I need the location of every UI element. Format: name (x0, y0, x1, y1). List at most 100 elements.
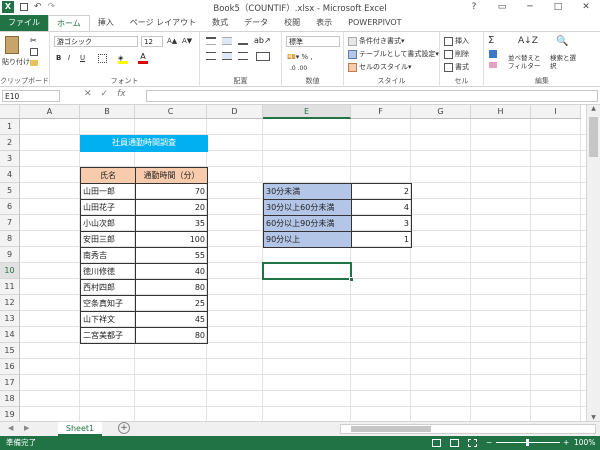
format-cells-button[interactable]: 書式 (444, 62, 469, 72)
employee-time-cell[interactable]: 40 (135, 263, 208, 280)
scroll-down-icon[interactable]: ▼ (587, 414, 600, 421)
bold-button[interactable]: B (56, 54, 61, 62)
row-header-4[interactable]: 4 (0, 167, 20, 183)
fill-handle[interactable] (349, 277, 354, 282)
column-header-h[interactable]: H (471, 105, 531, 119)
employee-time-cell[interactable]: 25 (135, 295, 208, 312)
maximize-button[interactable]: □ (544, 0, 572, 15)
sort-filter-button[interactable]: 並べ替えとフィルター (508, 54, 544, 70)
hscroll-thumb[interactable] (351, 426, 431, 432)
align-middle-icon[interactable] (222, 37, 232, 45)
page-break-view-icon[interactable] (468, 439, 477, 447)
column-header-a[interactable]: A (20, 105, 80, 119)
row-header-2[interactable]: 2 (0, 135, 20, 151)
font-name-select[interactable]: 游ゴシック (54, 36, 138, 47)
prev-sheet-icon[interactable]: ◀ (8, 424, 13, 432)
copy-icon[interactable] (30, 48, 38, 56)
row-header-19[interactable]: 19 (0, 407, 20, 421)
delete-cells-button[interactable]: 削除 (444, 49, 469, 59)
conditional-format-button[interactable]: 条件付き書式▾ (348, 36, 405, 46)
decimal-icon[interactable]: .0 .00 (290, 65, 307, 72)
number-format-select[interactable]: 標準 (286, 36, 340, 47)
row-header-5[interactable]: 5 (0, 183, 20, 199)
tab-review[interactable]: 校閲 (276, 15, 308, 31)
cancel-icon[interactable]: ✕ (84, 89, 92, 99)
employee-time-cell[interactable]: 70 (135, 183, 208, 200)
tab-file[interactable]: ファイル (0, 15, 48, 31)
row-header-1[interactable]: 1 (0, 119, 20, 135)
font-grow-icon[interactable]: A▲ (167, 37, 177, 45)
minimize-button[interactable]: ─ (516, 0, 544, 15)
enter-icon[interactable]: ✓ (101, 89, 109, 99)
currency-icon[interactable]: 💴▾ % , (287, 53, 313, 61)
row-header-9[interactable]: 9 (0, 247, 20, 263)
align-right-icon[interactable] (238, 52, 248, 60)
select-all-corner[interactable] (0, 105, 20, 119)
column-header-d[interactable]: D (207, 105, 263, 119)
employee-name-cell[interactable]: 山田一郎 (80, 183, 136, 200)
employee-time-cell[interactable]: 55 (135, 247, 208, 264)
fill-icon[interactable] (489, 50, 497, 58)
border-icon[interactable] (98, 54, 107, 63)
active-cell-e10[interactable] (262, 262, 352, 280)
vertical-scrollbar[interactable]: ▲ ▼ (586, 105, 600, 421)
header-time-cell[interactable]: 通勤時間（分） (135, 167, 208, 184)
row-header-11[interactable]: 11 (0, 279, 20, 295)
column-header-i[interactable]: I (531, 105, 581, 119)
row-header-17[interactable]: 17 (0, 375, 20, 391)
row-header-10[interactable]: 10 (0, 263, 20, 279)
summary-count-cell[interactable]: 3 (351, 215, 412, 232)
row-header-15[interactable]: 15 (0, 343, 20, 359)
cell-styles-button[interactable]: セルのスタイル▾ (348, 62, 412, 72)
merge-center-icon[interactable] (256, 52, 270, 61)
cut-icon[interactable]: ✂ (30, 36, 37, 45)
paste-icon[interactable] (5, 36, 19, 54)
tab-formulas[interactable]: 数式 (204, 15, 236, 31)
row-header-16[interactable]: 16 (0, 359, 20, 375)
font-size-select[interactable]: 12 (141, 36, 163, 47)
align-top-icon[interactable] (206, 37, 216, 45)
summary-label-cell[interactable]: 30分未満 (263, 183, 352, 200)
employee-name-cell[interactable]: 南秀吉 (80, 247, 136, 264)
row-header-13[interactable]: 13 (0, 311, 20, 327)
worksheet-grid[interactable]: A B C D E F G H I 1 2 3 4 5 6 7 8 9 10 11 12 13 14 15 16 17 18 19 社員… (0, 105, 586, 421)
employee-time-cell[interactable]: 45 (135, 311, 208, 328)
insert-cells-button[interactable]: 挿入 (444, 36, 469, 46)
title-cell[interactable]: 社員通勤時間調査 (80, 135, 208, 152)
column-header-f[interactable]: F (351, 105, 411, 119)
next-sheet-icon[interactable]: ▶ (24, 424, 29, 432)
row-header-12[interactable]: 12 (0, 295, 20, 311)
find-select-button[interactable]: 検索と選択 (550, 54, 580, 70)
paste-button[interactable]: 貼り付け (2, 57, 30, 67)
scroll-thumb[interactable] (589, 117, 598, 157)
horizontal-scrollbar[interactable] (340, 424, 596, 434)
align-center-icon[interactable] (222, 52, 232, 60)
zoom-level[interactable]: 100% (574, 436, 595, 450)
page-layout-view-icon[interactable] (450, 439, 459, 447)
row-header-8[interactable]: 8 (0, 231, 20, 247)
formula-input[interactable] (146, 90, 598, 102)
employee-time-cell[interactable]: 80 (135, 327, 208, 344)
tab-data[interactable]: データ (236, 15, 276, 31)
summary-label-cell[interactable]: 90分以上 (263, 231, 352, 248)
employee-name-cell[interactable]: 二宮美都子 (80, 327, 136, 344)
new-sheet-button[interactable]: + (118, 422, 130, 434)
orientation-icon[interactable]: ab↗ (254, 36, 271, 45)
summary-label-cell[interactable]: 60分以上90分未満 (263, 215, 352, 232)
name-box[interactable]: E10 (2, 90, 60, 102)
row-header-7[interactable]: 7 (0, 215, 20, 231)
ribbon-display-button[interactable]: ▭ (488, 0, 516, 15)
italic-button[interactable]: I (68, 54, 70, 62)
zoom-in-icon[interactable]: + (563, 436, 569, 450)
align-left-icon[interactable] (206, 52, 216, 60)
help-button[interactable]: ? (460, 0, 488, 15)
summary-label-cell[interactable]: 30分以上60分未満 (263, 199, 352, 216)
close-button[interactable]: ✕ (572, 0, 600, 15)
format-painter-icon[interactable] (30, 60, 38, 66)
summary-count-cell[interactable]: 4 (351, 199, 412, 216)
column-header-b[interactable]: B (80, 105, 135, 119)
employee-name-cell[interactable]: 小山次郎 (80, 215, 136, 232)
employee-name-cell[interactable]: 山下祥文 (80, 311, 136, 328)
row-header-3[interactable]: 3 (0, 151, 20, 167)
sort-filter-icon[interactable]: A↓Z (518, 36, 538, 46)
